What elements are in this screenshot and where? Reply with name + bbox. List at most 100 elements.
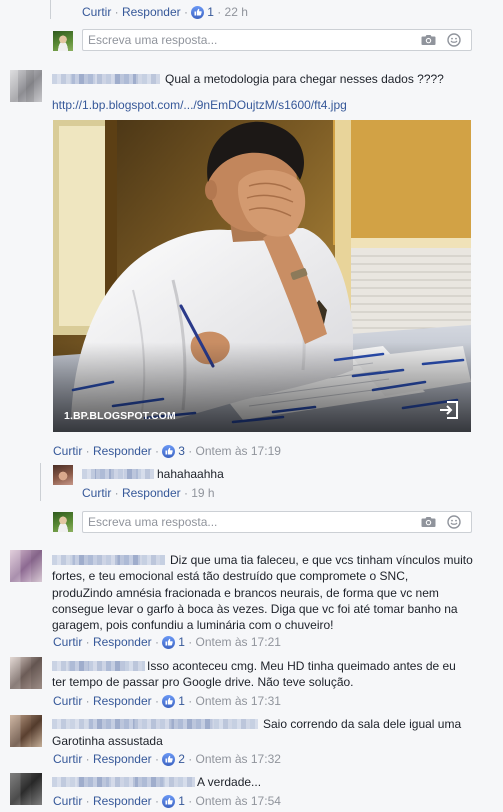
comment-body: Saio correndo da sala dele igual uma Gar… [52,716,461,750]
reply-input[interactable] [88,32,408,48]
like-button[interactable]: Curtir [82,4,111,20]
comment-line: Saio correndo da sala dele igual uma [52,716,461,733]
like-button[interactable]: Curtir [53,793,82,809]
like-count-value: 1 [178,694,185,708]
comment-line: produZindo amnésia fracionada e brancos … [52,585,439,600]
separator: · [183,486,188,500]
reply-button[interactable]: Responder [93,751,152,767]
reply-button[interactable]: Responder [93,634,152,650]
reply-box [82,511,472,533]
comment-body: A verdade... [52,774,261,790]
timestamp[interactable]: Ontem às 17:21 [196,634,281,650]
like-count[interactable]: 1 [162,634,185,650]
reply-actions: Curtir · Responder · 1 · 22 h [82,4,248,20]
like-count[interactable]: 1 [162,693,185,709]
reply-button[interactable]: Responder [93,793,152,809]
timestamp[interactable]: Ontem às 17:31 [196,693,281,709]
comment-actions: Curtir · Responder · 1 · Ontem às 17:21 [53,634,281,650]
like-count[interactable]: 1 [162,793,185,809]
emoji-icon[interactable] [447,515,461,532]
commenter-name[interactable] [52,661,145,671]
separator: · [114,5,119,19]
commenter-name[interactable] [52,555,165,565]
reply-button[interactable]: Responder [122,485,181,501]
separator: · [154,752,159,766]
thumbs-up-icon [162,635,176,649]
camera-icon[interactable] [421,516,436,531]
separator: · [188,794,193,808]
link-source-caption: 1.BP.BLOGSPOT.COM [64,410,176,422]
comment-text: Diz que uma tia faleceu, e que vcs tinha… [170,553,473,567]
like-button[interactable]: Curtir [53,693,82,709]
comment-line: fortes, e teu emocional está tão destruí… [52,569,409,584]
comment-text: Saio correndo da sala dele igual uma [263,717,462,731]
like-button[interactable]: Curtir [53,634,82,650]
timestamp[interactable]: Ontem às 17:32 [196,751,281,767]
like-button[interactable]: Curtir [53,443,82,459]
reply-button[interactable]: Responder [93,443,152,459]
camera-icon[interactable] [421,34,436,49]
separator: · [85,635,90,649]
commenter-name[interactable] [52,74,160,84]
separator: · [188,694,193,708]
like-count[interactable]: 2 [162,751,185,767]
separator: · [154,635,159,649]
like-button[interactable]: Curtir [53,751,82,767]
comment-author-avatar[interactable] [10,70,42,102]
separator: · [188,635,193,649]
separator: · [85,794,90,808]
comment-actions: Curtir · Responder · 1 · Ontem às 17:31 [53,693,281,709]
timestamp[interactable]: Ontem às 17:54 [196,793,281,809]
open-link-icon[interactable] [439,400,459,423]
reply-button[interactable]: Responder [93,693,152,709]
reply-text: hahahaahha [157,467,224,481]
like-count-value: 3 [178,444,185,458]
link-preview-image[interactable]: 1.BP.BLOGSPOT.COM [53,120,471,432]
separator: · [85,694,90,708]
reply-body: hahahaahha [82,466,224,482]
thumbs-up-icon [162,752,176,766]
comment-link[interactable]: http://1.bp.blogspot.com/.../9nEmDOujtzM… [52,97,347,113]
separator: · [188,752,193,766]
timestamp[interactable]: 19 h [191,485,214,501]
commenter-name[interactable] [52,777,195,787]
comment-actions: Curtir · Responder · 3 · Ontem às 17:19 [53,443,281,459]
comment-line: A verdade... [52,774,261,790]
timestamp[interactable]: Ontem às 17:19 [196,443,281,459]
comment-author-avatar[interactable] [10,773,42,805]
comment-author-avatar[interactable] [10,550,42,582]
separator: · [154,444,159,458]
reply-input[interactable] [88,514,408,530]
reply-thread-line [40,463,41,501]
comment-line: garagem, pois confundiu a luminária com … [52,618,334,633]
like-count-value: 1 [207,5,214,19]
like-count[interactable]: 1 [191,4,214,20]
separator: · [183,5,188,19]
thumbs-up-icon [162,694,176,708]
comment-body: Diz que uma tia faleceu, e que vcs tinha… [52,552,473,633]
current-user-avatar[interactable] [53,512,73,532]
reply-author-avatar[interactable] [53,465,73,485]
comment-line: Diz que uma tia faleceu, e que vcs tinha… [52,552,473,568]
reply-actions: Curtir · Responder · 19 h [82,485,215,501]
commenter-name[interactable] [52,719,258,729]
current-user-avatar[interactable] [53,31,73,51]
reply-button[interactable]: Responder [122,4,181,20]
like-button[interactable]: Curtir [82,485,111,501]
reply-line: hahahaahha [82,466,224,482]
like-count-value: 2 [178,752,185,766]
like-count[interactable]: 3 [162,443,185,459]
emoji-icon[interactable] [447,33,461,50]
comment-line: Qual a metodologia para chegar nesses da… [52,71,444,87]
thumbs-up-icon [191,5,205,19]
separator: · [217,5,222,19]
replier-name[interactable] [82,469,154,479]
timestamp[interactable]: 22 h [225,4,248,20]
comment-line: Garotinha assustada [52,734,163,748]
comments-section: Curtir · Responder · 1 · 22 h Qual a met… [0,0,503,812]
comment-author-avatar[interactable] [10,657,42,689]
comment-body: Qual a metodologia para chegar nesses da… [52,71,444,87]
comment-line: ter tempo de passar pro Google drive. Nã… [52,675,354,689]
reply-thread-line [50,0,51,19]
comment-author-avatar[interactable] [10,715,42,747]
